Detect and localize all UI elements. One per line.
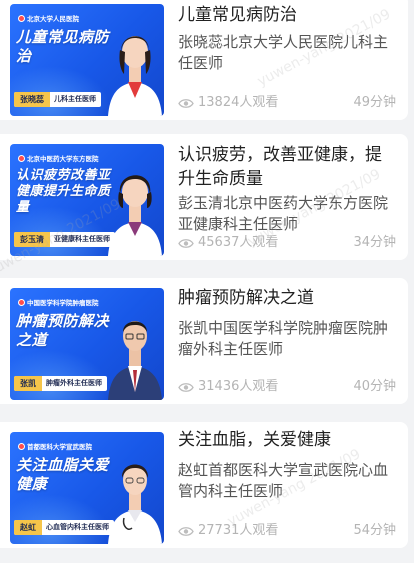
course-card[interactable]: 北京大学人民医院 儿童常见病防治 张晓蕊 儿科主任医师 儿童常见病防治 张晓蕊北… [0,0,408,120]
thumbnail-hospital: 中国医学科学院肿瘤医院 [18,297,99,307]
course-doctor: 赵虹首都医科大学宣武医院心血管内科主任医师 [178,461,389,500]
thumbnail-title: 认识疲劳改善亚健康提升生命质量 [16,168,111,215]
doctor-role: 肿瘤外科主任医师 [46,379,102,387]
course-meta: 27731人观看 54分钟 [178,522,396,540]
doctor-portrait [108,36,162,116]
course-thumbnail[interactable]: 中国医学科学院肿瘤医院 肿瘤预防解决之道 张凯 肿瘤外科主任医师 [10,288,164,400]
course-title[interactable]: 儿童常见病防治 [178,3,396,27]
course-title[interactable]: 肿瘤预防解决之道 [178,286,396,310]
doctor-portrait [108,321,162,400]
course-doctor: 张晓蕊北京大学人民医院儿科主任医师 [178,33,389,72]
course-doctor: 张凯中国医学科学院肿瘤医院肿瘤外科主任医师 [178,319,389,358]
hospital-logo-icon [18,15,25,22]
course-thumbnail[interactable]: 首都医科大学宣武医院 关注血脂关爱健康 赵虹 心血管内科主任医师 [10,432,164,544]
thumbnail-hospital: 首都医科大学宣武医院 [18,441,92,451]
course-info: 关注血脂，关爱健康 赵虹首都医科大学宣武医院心血管内科主任医师 27731人观看… [178,422,396,548]
doctor-name: 张凯 [14,376,42,391]
view-count: 31436人观看 [178,378,278,396]
view-count-text: 45637人观看 [198,235,279,250]
hospital-logo-icon [18,443,25,450]
course-thumbnail[interactable]: 北京中医药大学东方医院 认识疲劳改善亚健康提升生命质量 彭玉清 亚健康科主任医师 [10,144,164,256]
hospital-logo-icon [18,155,25,162]
view-count: 45637人观看 [178,234,278,252]
doctor-badge: 彭玉清 亚健康科主任医师 [14,232,115,247]
duration: 54分钟 [353,523,396,538]
view-count-text: 27731人观看 [198,523,279,538]
view-count: 13824人观看 [178,94,278,112]
course-info: 肿瘤预防解决之道 张凯中国医学科学院肿瘤医院肿瘤外科主任医师 31436人观看 … [178,278,396,404]
doctor-name: 彭玉清 [14,232,50,247]
course-info: 认识疲劳，改善亚健康，提升生命质量 彭玉清北京中医药大学东方医院亚健康科主任医师… [178,134,396,260]
duration: 49分钟 [353,95,396,110]
course-card[interactable]: 北京中医药大学东方医院 认识疲劳改善亚健康提升生命质量 彭玉清 亚健康科主任医师… [0,134,408,260]
course-info: 儿童常见病防治 张晓蕊北京大学人民医院儿科主任医师 13824人观看 49分钟 [178,0,396,120]
thumbnail-hospital: 北京中医药大学东方医院 [18,153,99,163]
doctor-portrait [108,464,162,544]
doctor-role: 心血管内科主任医师 [46,523,109,531]
doctor-name: 赵虹 [14,520,42,535]
course-title[interactable]: 关注血脂，关爱健康 [178,428,396,452]
course-thumbnail[interactable]: 北京大学人民医院 儿童常见病防治 张晓蕊 儿科主任医师 [10,4,164,116]
thumbnail-title: 儿童常见病防治 [16,28,110,65]
doctor-badge: 张晓蕊 儿科主任医师 [14,92,101,107]
duration: 34分钟 [353,235,396,250]
course-list: 北京大学人民医院 儿童常见病防治 张晓蕊 儿科主任医师 儿童常见病防治 张晓蕊北… [0,0,414,563]
view-count-text: 31436人观看 [198,379,279,394]
course-card[interactable]: 中国医学科学院肿瘤医院 肿瘤预防解决之道 张凯 肿瘤外科主任医师 肿瘤预防解决之… [0,278,408,404]
course-meta: 45637人观看 34分钟 [178,234,396,252]
doctor-badge: 赵虹 心血管内科主任医师 [14,520,114,535]
eye-icon [178,238,194,248]
course-title[interactable]: 认识疲劳，改善亚健康，提升生命质量 [178,143,396,191]
eye-icon [178,98,194,108]
course-meta: 13824人观看 49分钟 [178,94,396,112]
thumbnail-title: 关注血脂关爱健康 [16,456,110,493]
eye-icon [178,382,194,392]
view-count: 27731人观看 [178,522,278,540]
doctor-role: 儿科主任医师 [54,95,96,103]
doctor-name: 张晓蕊 [14,92,50,107]
course-meta: 31436人观看 40分钟 [178,378,396,396]
view-count-text: 13824人观看 [198,95,279,110]
course-doctor: 彭玉清北京中医药大学东方医院亚健康科主任医师 [178,194,389,233]
duration: 40分钟 [353,379,396,394]
course-card[interactable]: 首都医科大学宣武医院 关注血脂关爱健康 赵虹 心血管内科主任医师 关注血脂，关爱… [0,422,408,548]
hospital-logo-icon [18,299,25,306]
doctor-badge: 张凯 肿瘤外科主任医师 [14,376,107,391]
eye-icon [178,526,194,536]
thumbnail-title: 肿瘤预防解决之道 [16,312,110,349]
thumbnail-hospital: 北京大学人民医院 [18,13,79,23]
doctor-portrait [108,175,162,256]
